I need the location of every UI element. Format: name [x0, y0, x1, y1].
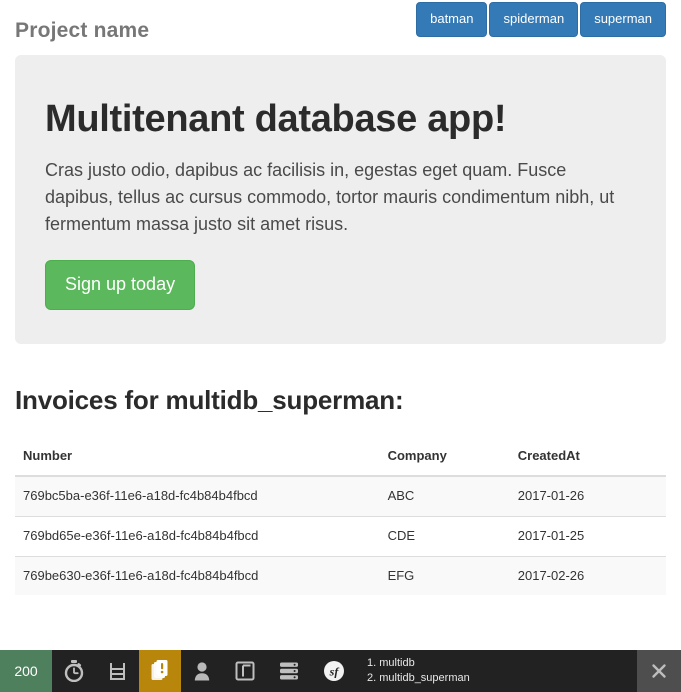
- jumbotron-title: Multitenant database app!: [45, 98, 507, 140]
- twig-template-icon[interactable]: [223, 650, 267, 692]
- cell-createdat: 2017-02-26: [509, 555, 666, 596]
- column-header-createdat: CreatedAt: [509, 438, 666, 478]
- svg-text:sf: sf: [329, 664, 340, 678]
- cell-number: 769be630-e36f-11e6-a18d-fc4b84b4fbcd: [15, 555, 380, 596]
- page-title: Project name: [15, 19, 150, 42]
- database-connection-line-2: 2. multidb_superman: [367, 672, 470, 684]
- table-header-row: Number Company CreatedAt: [15, 438, 666, 478]
- close-icon[interactable]: [637, 650, 681, 692]
- cell-number: 769bc5ba-e36f-11e6-a18d-fc4b84b4fbcd: [15, 475, 380, 517]
- cell-company: CDE: [379, 516, 510, 557]
- cell-createdat: 2017-01-25: [509, 516, 666, 557]
- invoices-table-head: Number Company CreatedAt: [15, 438, 666, 478]
- database-connections-list[interactable]: 1. multidb 2. multidb_superman: [357, 650, 480, 692]
- column-header-company: Company: [379, 438, 510, 478]
- jumbotron: Multitenant database app! Cras justo odi…: [15, 55, 666, 344]
- cell-company: EFG: [379, 555, 510, 596]
- page-container: Project name batman spiderman superman M…: [0, 0, 681, 596]
- sign-up-button[interactable]: Sign up today: [45, 259, 196, 310]
- cell-number: 769bd65e-e36f-11e6-a18d-fc4b84b4fbcd: [15, 516, 380, 557]
- table-row: 769bd65e-e36f-11e6-a18d-fc4b84b4fbcd CDE…: [15, 516, 666, 557]
- table-row: 769be630-e36f-11e6-a18d-fc4b84b4fbcd EFG…: [15, 555, 666, 596]
- nav-button-spiderman[interactable]: spiderman: [489, 2, 579, 38]
- invoices-table-body: 769bc5ba-e36f-11e6-a18d-fc4b84b4fbcd ABC…: [15, 475, 666, 596]
- symfony-debug-toolbar: 200 sf 1. multidb 2. multidb_superman: [0, 650, 681, 692]
- http-status-badge[interactable]: 200: [0, 650, 52, 692]
- cell-company: ABC: [379, 475, 510, 517]
- database-connection-line-1: 1. multidb: [367, 657, 415, 670]
- table-row: 769bc5ba-e36f-11e6-a18d-fc4b84b4fbcd ABC…: [15, 475, 666, 517]
- invoices-heading: Invoices for multidb_superman:: [15, 384, 404, 415]
- cell-createdat: 2017-01-26: [509, 475, 666, 517]
- nav-button-superman[interactable]: superman: [580, 2, 666, 38]
- tenant-nav: batman spiderman superman: [416, 2, 666, 38]
- invoices-table: Number Company CreatedAt 769bc5ba-e36f-1…: [15, 438, 666, 596]
- logs-exception-icon[interactable]: [139, 650, 181, 692]
- jumbotron-description: Cras justo odio, dapibus ac facilisis in…: [45, 159, 615, 234]
- stopwatch-icon[interactable]: [52, 650, 96, 692]
- nav-button-batman[interactable]: batman: [416, 2, 488, 38]
- security-user-icon[interactable]: [181, 650, 223, 692]
- symfony-logo-icon[interactable]: sf: [311, 650, 357, 692]
- memory-icon[interactable]: [96, 650, 139, 692]
- masthead: Project name batman spiderman superman: [15, 0, 666, 52]
- database-icon[interactable]: [267, 650, 311, 692]
- column-header-number: Number: [15, 438, 380, 478]
